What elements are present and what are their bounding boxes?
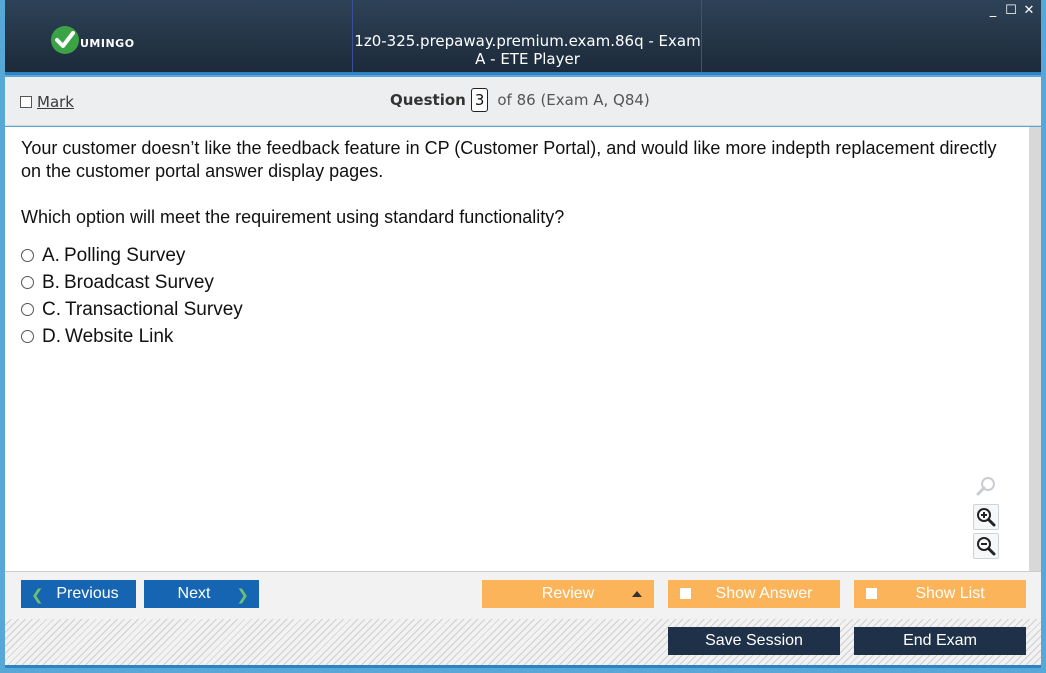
question-text: Your customer doesn’t like the feedback … bbox=[21, 137, 1001, 252]
end-exam-button[interactable]: End Exam bbox=[854, 627, 1026, 655]
option-text: Transactional Survey bbox=[65, 298, 243, 320]
footer-toolbar: ❮ Previous Next ❯ Review Show Answer Sho… bbox=[5, 571, 1041, 668]
option-text: Broadcast Survey bbox=[63, 271, 214, 293]
chevron-right-icon: ❯ bbox=[236, 587, 249, 604]
previous-label: Previous bbox=[56, 585, 119, 602]
mark-label: Mark bbox=[37, 93, 74, 111]
next-button[interactable]: Next ❯ bbox=[144, 580, 259, 608]
answer-options: A. Polling Survey B. Broadcast Survey C.… bbox=[21, 242, 243, 350]
option-text: Website Link bbox=[65, 325, 174, 347]
search-icon[interactable] bbox=[973, 474, 999, 500]
zoom-out-icon[interactable] bbox=[973, 533, 999, 559]
option-letter: D. bbox=[42, 325, 61, 347]
question-prompt: Which option will meet the requirement u… bbox=[21, 207, 565, 227]
question-body: Your customer doesn’t like the feedback … bbox=[21, 138, 997, 181]
option-text: Polling Survey bbox=[63, 244, 186, 266]
question-total: of 86 (Exam A, Q84) bbox=[497, 91, 650, 109]
radio-button[interactable] bbox=[21, 330, 34, 343]
chevron-left-icon: ❮ bbox=[31, 587, 44, 604]
question-header: Mark Question 3 of 86 (Exam A, Q84) bbox=[5, 77, 1041, 126]
caret-up-icon bbox=[632, 591, 642, 597]
window-title: 1z0-325.prepaway.premium.exam.86q - Exam… bbox=[354, 32, 701, 68]
next-label: Next bbox=[177, 585, 211, 602]
question-content: Your customer doesn’t like the feedback … bbox=[5, 127, 1041, 571]
show-answer-button[interactable]: Show Answer bbox=[668, 580, 840, 608]
radio-button[interactable] bbox=[21, 303, 34, 316]
review-label: Review bbox=[541, 585, 595, 602]
logo-text: UMINGO bbox=[80, 36, 135, 50]
close-button[interactable]: ✕ bbox=[1023, 4, 1035, 18]
save-session-button[interactable]: Save Session bbox=[668, 627, 840, 655]
option-b[interactable]: B. Broadcast Survey bbox=[21, 269, 243, 296]
radio-button[interactable] bbox=[21, 276, 34, 289]
vumingo-logo: UMINGO bbox=[51, 25, 135, 55]
option-letter: A. bbox=[42, 244, 60, 266]
footer-accent-bar bbox=[5, 665, 1041, 668]
title-divider bbox=[701, 0, 702, 72]
option-d[interactable]: D. Website Link bbox=[21, 323, 243, 350]
review-button[interactable]: Review bbox=[482, 580, 654, 608]
zoom-in-icon[interactable] bbox=[973, 504, 999, 530]
option-letter: C. bbox=[42, 298, 61, 320]
option-c[interactable]: C. Transactional Survey bbox=[21, 296, 243, 323]
title-bar: UMINGO 1z0-325.prepaway.premium.exam.86q… bbox=[5, 0, 1041, 75]
show-list-label: Show List bbox=[915, 585, 985, 602]
window-controls: _ ☐ ✕ bbox=[987, 4, 1035, 18]
show-answer-label: Show Answer bbox=[715, 585, 813, 602]
checkbox-icon[interactable] bbox=[680, 588, 691, 599]
minimize-button[interactable]: _ bbox=[987, 4, 999, 18]
question-counter: Question 3 of 86 (Exam A, Q84) bbox=[390, 88, 650, 112]
checkmark-icon bbox=[51, 26, 79, 54]
option-a[interactable]: A. Polling Survey bbox=[21, 242, 243, 269]
show-list-button[interactable]: Show List bbox=[854, 580, 1026, 608]
radio-button[interactable] bbox=[21, 249, 34, 262]
question-label: Question bbox=[390, 91, 466, 109]
previous-button[interactable]: ❮ Previous bbox=[21, 580, 136, 608]
checkbox-icon[interactable] bbox=[866, 588, 877, 599]
scrollbar[interactable] bbox=[1029, 127, 1041, 571]
maximize-button[interactable]: ☐ bbox=[1005, 4, 1017, 18]
checkbox-icon[interactable] bbox=[20, 96, 32, 108]
mark-checkbox[interactable]: Mark bbox=[20, 93, 74, 111]
option-letter: B. bbox=[42, 271, 60, 293]
question-number-input[interactable]: 3 bbox=[470, 88, 489, 112]
title-divider bbox=[352, 0, 353, 72]
end-exam-label: End Exam bbox=[903, 632, 977, 649]
save-session-label: Save Session bbox=[705, 632, 803, 649]
